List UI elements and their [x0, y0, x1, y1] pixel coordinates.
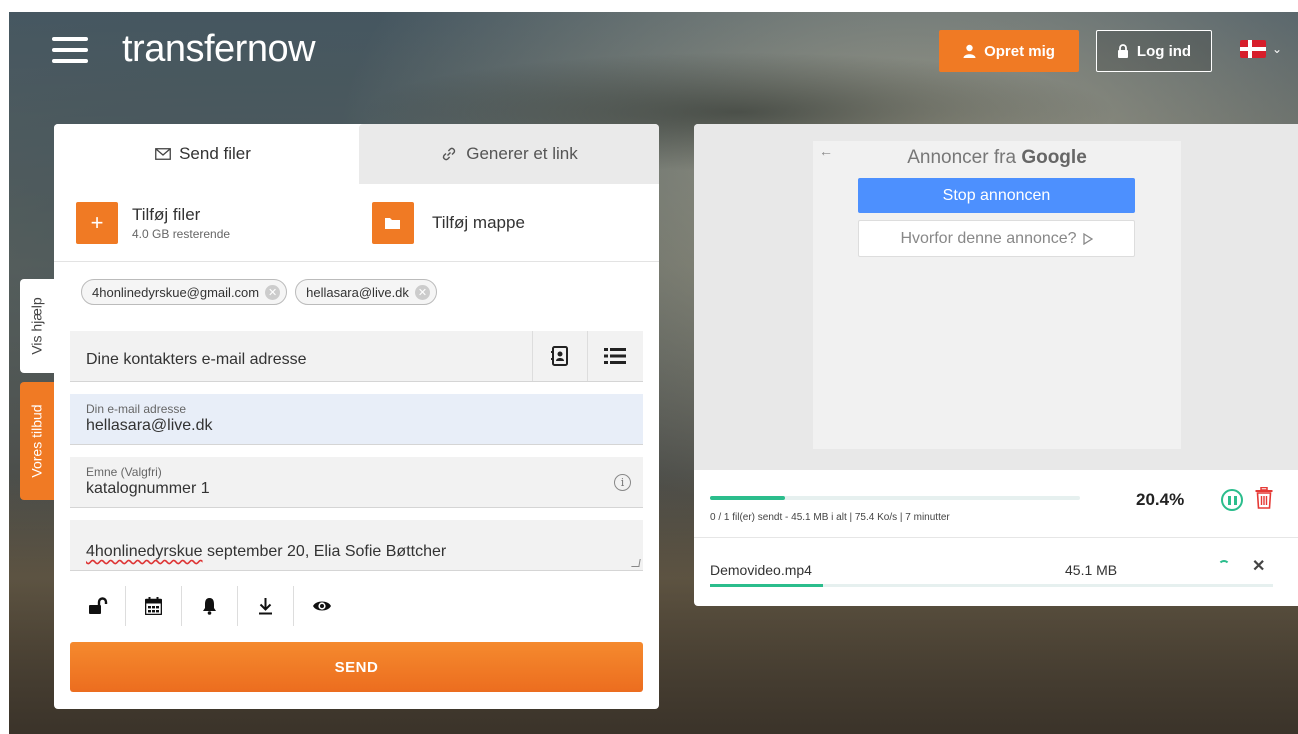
pause-button[interactable]	[1221, 489, 1243, 511]
login-button[interactable]: Log ind	[1096, 30, 1212, 72]
tab-link-label: Generer et link	[466, 144, 578, 163]
folder-icon	[372, 202, 414, 244]
ad-title-prefix: Annoncer fra	[907, 147, 1022, 168]
recipient-chip: hellasara@live.dk ✕	[295, 279, 437, 305]
login-label: Log ind	[1136, 42, 1192, 60]
send-form-card: Send filer Generer et link + Tilføj file…	[54, 124, 659, 709]
message-textarea[interactable]: 4honlinedyrskue september 20, Elia Sofie…	[70, 520, 643, 571]
tab-send-label: Send filer	[179, 144, 251, 163]
file-row: Demovideo.mp4 45.1 MB ✕	[694, 538, 1298, 606]
send-button[interactable]: SEND	[70, 642, 643, 692]
address-book-icon	[551, 346, 568, 366]
subject-value: katalognummer 1	[86, 480, 210, 497]
download-option[interactable]	[238, 586, 294, 626]
address-book-button[interactable]	[532, 331, 587, 381]
contacts-field	[70, 331, 643, 382]
sender-email-value: hellasara@live.dk	[86, 417, 213, 434]
sender-email-label: Din e-mail adresse	[86, 402, 187, 416]
remove-chip-icon[interactable]: ✕	[414, 284, 430, 300]
recipient-chips: 4honlinedyrskue@gmail.com ✕ hellasara@li…	[81, 279, 437, 305]
contact-list-button[interactable]	[587, 331, 642, 381]
recipient-chip: 4honlinedyrskue@gmail.com ✕	[81, 279, 288, 305]
why-ad-button[interactable]: Hvorfor denne annonce?	[858, 220, 1135, 257]
ad-title-brand: Google	[1021, 147, 1087, 168]
file-progress-bar	[710, 584, 1273, 587]
plus-icon: +	[76, 202, 118, 244]
tab-send-files[interactable]: Send filer	[54, 124, 352, 184]
remaining-space: 4.0 GB resterende	[132, 227, 231, 241]
play-outline-icon	[1082, 232, 1093, 245]
notification-option[interactable]	[182, 586, 238, 626]
add-files-label: Tilføj filer	[132, 205, 201, 224]
upload-progress-info: 0 / 1 fil(er) sendt - 45.1 MB i alt | 75…	[710, 512, 950, 523]
stop-ad-button[interactable]: Stop annoncen	[858, 178, 1135, 213]
register-label: Opret mig	[984, 42, 1055, 60]
misspelled-word: 4honlinedyrskue	[86, 543, 203, 560]
user-icon	[963, 44, 976, 58]
offers-side-label: Vores tilbud	[29, 404, 46, 478]
ad-area: ← Annoncer fra Google Stop annoncen Hvor…	[694, 124, 1298, 470]
add-row: + Tilføj filer 4.0 GB resterende Tilføj …	[54, 184, 659, 262]
language-selector[interactable]: ⌄	[1240, 40, 1282, 58]
subject-field[interactable]: Emne (Valgfri) katalognummer 1 i	[70, 457, 643, 508]
envelope-icon	[155, 148, 171, 160]
transfer-panel: ← Annoncer fra Google Stop annoncen Hvor…	[694, 124, 1298, 606]
help-side-label: Vis hjælp	[29, 297, 46, 355]
offers-side-tab[interactable]: Vores tilbud	[20, 382, 54, 500]
link-icon	[443, 147, 456, 161]
password-option[interactable]	[70, 586, 126, 626]
loading-spinner-icon	[1218, 560, 1230, 572]
trash-icon	[1255, 486, 1273, 509]
info-icon[interactable]: i	[614, 474, 631, 491]
file-size: 45.1 MB	[1065, 562, 1118, 578]
upload-progress-row: 0 / 1 fil(er) sendt - 45.1 MB i alt | 75…	[694, 470, 1298, 538]
tab-generate-link[interactable]: Generer et link	[359, 124, 659, 184]
upload-progress-bar	[710, 496, 1080, 500]
delete-button[interactable]	[1255, 486, 1273, 512]
denmark-flag-icon	[1240, 40, 1266, 58]
logo[interactable]: transfernow	[122, 28, 316, 71]
list-icon	[604, 348, 626, 364]
eye-icon	[313, 601, 331, 611]
download-icon	[259, 598, 272, 615]
recipient-email: hellasara@live.dk	[306, 284, 409, 300]
bell-icon	[203, 598, 216, 615]
tabs: Send filer Generer et link	[54, 124, 659, 184]
file-name: Demovideo.mp4	[710, 562, 812, 578]
options-toolbar	[70, 586, 350, 626]
upload-percent: 20.4%	[1136, 490, 1185, 509]
resize-handle-icon[interactable]	[631, 559, 641, 567]
upload-progress-fill	[710, 496, 786, 500]
remove-chip-icon[interactable]: ✕	[265, 284, 281, 300]
calendar-icon	[145, 597, 162, 615]
preview-option[interactable]	[294, 586, 350, 626]
why-ad-label: Hvorfor denne annonce?	[900, 229, 1077, 247]
register-button[interactable]: Opret mig	[939, 30, 1079, 72]
chevron-down-icon: ⌄	[1272, 42, 1283, 56]
sender-email-field[interactable]: Din e-mail adresse hellasara@live.dk	[70, 394, 643, 445]
ad-title: Annoncer fra Google	[813, 147, 1181, 169]
remove-file-button[interactable]: ✕	[1252, 556, 1265, 576]
hamburger-menu-icon[interactable]	[52, 37, 88, 67]
add-files-button[interactable]: + Tilføj filer 4.0 GB resterende	[76, 202, 230, 244]
help-side-tab[interactable]: Vis hjælp	[20, 279, 54, 373]
message-rest: september 20, Elia Sofie Bøttcher	[202, 543, 447, 560]
unlock-icon	[88, 597, 107, 614]
message-value: 4honlinedyrskue september 20, Elia Sofie…	[86, 543, 446, 561]
subject-label: Emne (Valgfri)	[86, 465, 162, 479]
expiry-date-option[interactable]	[126, 586, 182, 626]
add-folder-label: Tilføj mappe	[432, 213, 525, 232]
add-folder-button[interactable]: Tilføj mappe	[372, 202, 525, 244]
contacts-email-input[interactable]	[70, 331, 532, 381]
recipient-email: 4honlinedyrskue@gmail.com	[92, 284, 260, 300]
lock-icon	[1117, 44, 1128, 58]
file-progress-fill	[710, 584, 823, 587]
ad-box: ← Annoncer fra Google Stop annoncen Hvor…	[813, 141, 1181, 449]
